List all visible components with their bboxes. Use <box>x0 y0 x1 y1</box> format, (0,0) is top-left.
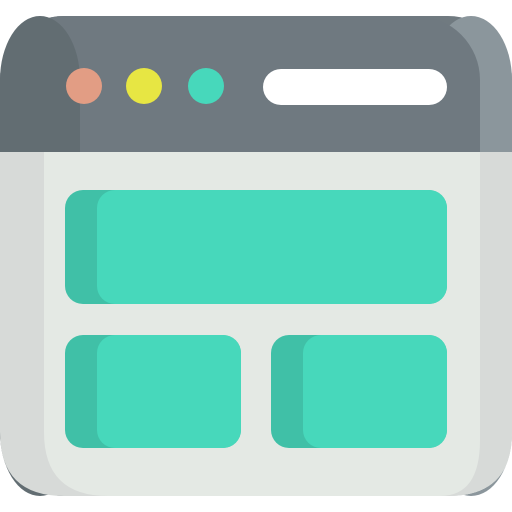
right-card[interactable] <box>303 335 447 448</box>
left-card[interactable] <box>97 335 241 448</box>
minimize-dot-icon[interactable] <box>126 68 162 104</box>
maximize-dot-icon[interactable] <box>188 68 224 104</box>
browser-window-layout-icon <box>0 16 512 496</box>
address-bar[interactable] <box>263 69 447 105</box>
close-dot-icon[interactable] <box>66 68 102 104</box>
hero-block[interactable] <box>97 190 447 304</box>
icon-stage <box>0 0 512 512</box>
